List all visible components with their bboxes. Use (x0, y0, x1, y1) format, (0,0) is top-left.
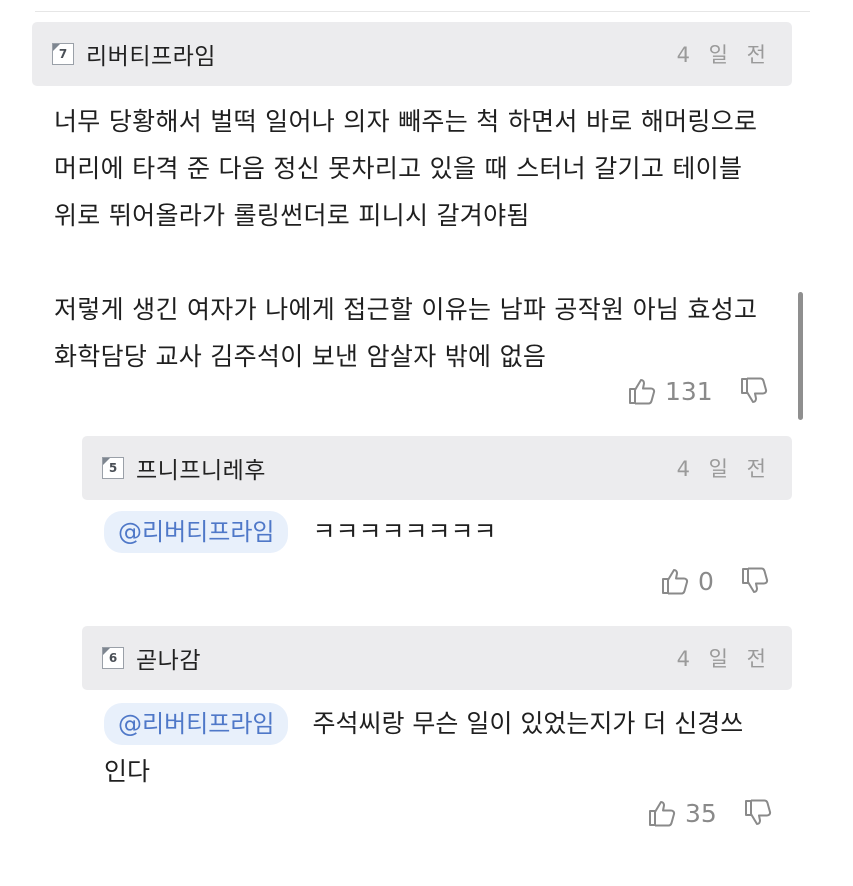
author-nickname[interactable]: 곧나감 (136, 641, 201, 675)
author-nickname[interactable]: 프니프니레후 (136, 451, 266, 485)
like-count: 35 (685, 798, 717, 828)
reply-header: 5 프니프니레후 4 일 전 (82, 436, 792, 500)
thumbs-down-icon[interactable] (743, 798, 773, 828)
reply-header: 6 곧나감 4 일 전 (82, 626, 792, 690)
scrollbar-thumb[interactable] (798, 292, 803, 420)
author-nickname[interactable]: 리버티프라임 (86, 37, 216, 71)
comment-vote-row: 131 (627, 376, 769, 406)
thumbs-up-icon[interactable] (647, 798, 677, 828)
comment-line: 저렇게 생긴 여자가 나에게 접근할 이유는 남파 공작원 아님 효성고 (54, 295, 758, 324)
reply-time: 4 일 전 (676, 457, 772, 481)
reply-text-continued: 인다 (104, 757, 151, 786)
reply-body: @리버티프라임 주석씨랑 무슨 일이 있었는지가 더 신경쓰 인다 (104, 700, 794, 796)
comment-line: 머리에 타격 준 다음 정신 못차리고 있을 때 스터너 갈기고 테이블 (54, 154, 743, 183)
thumbs-down-icon[interactable] (739, 376, 769, 406)
level-number: 7 (58, 47, 68, 61)
comment-time: 4 일 전 (676, 43, 772, 67)
mention-tag[interactable]: @리버티프라임 (104, 511, 289, 553)
comment-line: 위로 뛰어올라가 롤링썬더로 피니시 갈겨야됨 (54, 201, 530, 230)
reply-text: 주석씨랑 무슨 일이 있었는지가 더 신경쓰 (312, 709, 744, 738)
level-badge-icon: 6 (102, 647, 124, 669)
comment-header: 7 리버티프라임 4 일 전 (32, 22, 792, 86)
level-number: 5 (108, 461, 118, 475)
reply-body: @리버티프라임 ㅋㅋㅋㅋㅋㅋㅋㅋ (104, 508, 794, 556)
reply-text: ㅋㅋㅋㅋㅋㅋㅋㅋ (312, 517, 497, 546)
level-number: 6 (108, 651, 118, 665)
mention-tag[interactable]: @리버티프라임 (104, 703, 289, 745)
comment-line: 화학담당 교사 김주석이 보낸 암살자 밖에 없음 (54, 342, 547, 371)
top-divider (35, 11, 810, 12)
thumbs-up-icon[interactable] (627, 376, 657, 406)
thumbs-up-icon[interactable] (660, 566, 690, 596)
reply-vote-row: 0 (660, 566, 770, 596)
level-badge-icon: 7 (52, 43, 74, 65)
reply-time: 4 일 전 (676, 647, 772, 671)
like-count: 131 (665, 376, 713, 406)
comment-line: 너무 당황해서 벌떡 일어나 의자 빼주는 척 하면서 바로 해머링으로 (54, 107, 758, 136)
thumbs-down-icon[interactable] (740, 566, 770, 596)
like-count: 0 (698, 566, 714, 596)
reply-vote-row: 35 (647, 798, 773, 828)
level-badge-icon: 5 (102, 457, 124, 479)
comment-body: 너무 당황해서 벌떡 일어나 의자 빼주는 척 하면서 바로 해머링으로 머리에… (54, 98, 814, 380)
